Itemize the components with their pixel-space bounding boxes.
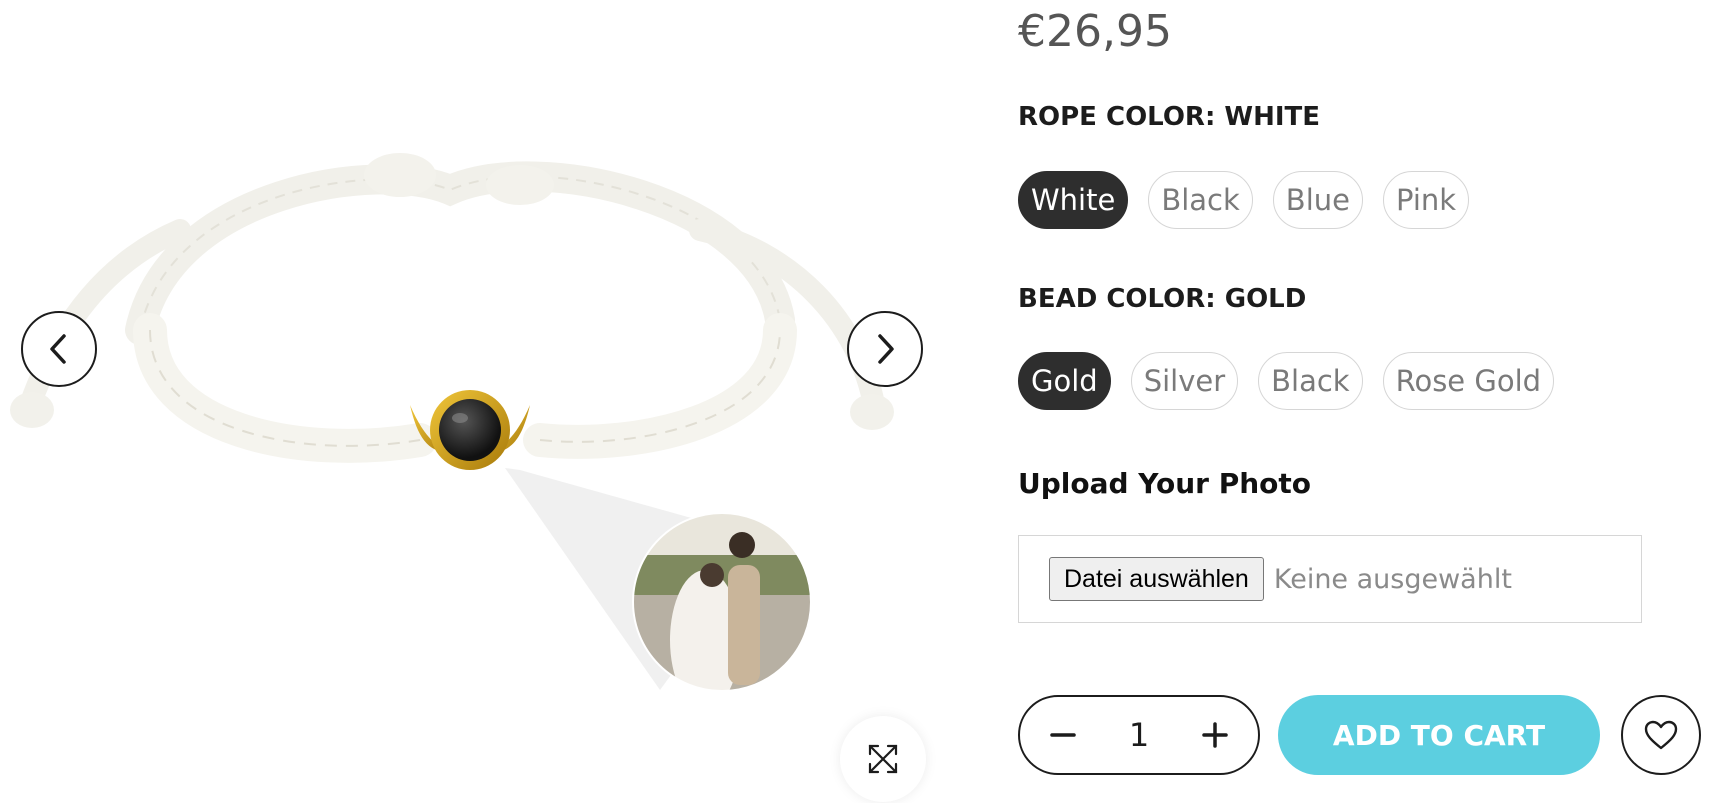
upload-photo-title: Upload Your Photo <box>1018 467 1312 500</box>
increase-quantity-button[interactable] <box>1198 718 1232 752</box>
bead-color-black[interactable]: Black <box>1258 352 1363 410</box>
bead-color-label: BEAD COLOR: <box>1018 284 1225 314</box>
next-image-button[interactable] <box>847 311 923 387</box>
rope-color-options: White Black Blue Pink <box>1018 171 1470 229</box>
product-image <box>10 153 894 692</box>
product-price: €26,95 <box>1018 6 1172 57</box>
bead-color-gold[interactable]: Gold <box>1018 352 1111 410</box>
chevron-left-icon <box>50 334 66 364</box>
expand-image-button[interactable] <box>840 716 926 802</box>
photo-upload-field: Datei auswählen Keine ausgewählt <box>1018 535 1642 623</box>
decrease-quantity-button[interactable] <box>1046 718 1080 752</box>
file-status-text: Keine ausgewählt <box>1273 563 1512 595</box>
add-to-cart-button[interactable]: ADD TO CART <box>1278 695 1600 775</box>
bead-color-title: BEAD COLOR: Gold <box>1018 284 1306 314</box>
minus-icon <box>1050 733 1076 737</box>
heart-icon <box>1644 720 1678 750</box>
rope-color-selected: White <box>1224 102 1320 132</box>
bead-color-selected: Gold <box>1224 284 1307 314</box>
previous-image-button[interactable] <box>21 311 97 387</box>
bead-color-options: Gold Silver Black Rose Gold <box>1018 352 1555 410</box>
quantity-value[interactable]: 1 <box>1129 716 1149 754</box>
rope-color-white[interactable]: White <box>1018 171 1129 229</box>
bead-color-silver[interactable]: Silver <box>1130 352 1239 410</box>
choose-file-button[interactable]: Datei auswählen <box>1049 557 1264 601</box>
expand-icon <box>868 744 898 774</box>
rope-color-pink[interactable]: Pink <box>1382 171 1470 229</box>
quantity-stepper: 1 <box>1018 695 1260 775</box>
plus-icon <box>1202 722 1228 748</box>
wishlist-button[interactable] <box>1621 695 1701 775</box>
bead-color-rose-gold[interactable]: Rose Gold <box>1382 352 1555 410</box>
rope-color-title: ROPE COLOR: White <box>1018 102 1320 132</box>
rope-color-label: ROPE COLOR: <box>1018 102 1225 132</box>
chevron-right-icon <box>878 334 894 364</box>
rope-color-blue[interactable]: Blue <box>1272 171 1363 229</box>
rope-color-black[interactable]: Black <box>1148 171 1253 229</box>
product-gallery <box>0 0 930 803</box>
